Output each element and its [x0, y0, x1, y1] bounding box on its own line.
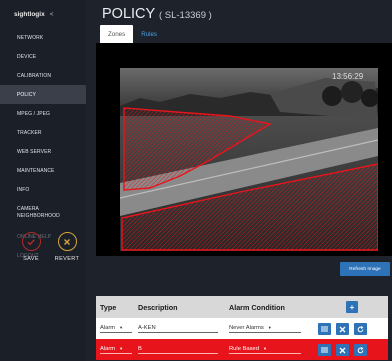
sidebar-item-label-line2: NEIGHBORHOOD — [17, 213, 60, 219]
edit-zone-button[interactable] — [354, 344, 367, 356]
zones-table: Type Description Alarm Condition + Alarm… — [96, 296, 388, 360]
close-x-icon — [57, 232, 77, 251]
tab-rules[interactable]: Rules — [133, 25, 165, 43]
table-row: Alarm ▼ B Rule Based ▼ — [96, 339, 388, 360]
close-icon — [339, 326, 346, 332]
list-icon — [321, 347, 328, 353]
save-button[interactable]: SAVE — [14, 232, 48, 262]
description-input[interactable]: B — [138, 346, 218, 354]
header-alarm-condition: Alarm Condition — [229, 302, 285, 312]
zone-list-button[interactable] — [318, 344, 331, 356]
brand-logo: sightlogix < — [0, 0, 86, 28]
revert-label: REVERT — [54, 256, 80, 262]
delete-zone-button[interactable] — [336, 344, 349, 356]
delete-zone-button[interactable] — [336, 323, 349, 335]
brand-name: sightlogix — [14, 10, 45, 18]
sidebar-item-mpeg-jpeg[interactable]: MPEG / JPEG — [0, 104, 86, 123]
alarm-condition-select[interactable]: Never Alarms ▼ — [229, 325, 301, 333]
sidebar-item-tracker[interactable]: TRACKER — [0, 123, 86, 142]
page-title-text: POLICY — [102, 6, 155, 22]
main-content: POLICY ( SL-13369 ) Zones Rules 13:56:29… — [86, 0, 392, 361]
table-row: Alarm ▼ A-KEN Never Alarms ▼ — [96, 318, 388, 339]
checkmark-icon — [21, 232, 41, 251]
type-select[interactable]: Alarm ▼ — [100, 325, 132, 333]
camera-snapshot[interactable]: 13:56:29 — [120, 68, 378, 251]
tab-bar: Zones Rules — [100, 25, 165, 43]
refresh-image-button[interactable]: Refresh Image — [340, 262, 390, 276]
snapshot-timestamp: 13:56:29 — [332, 72, 364, 81]
save-label: SAVE — [23, 256, 39, 262]
sidebar-item-info[interactable]: INFO — [0, 180, 86, 199]
description-input[interactable]: A-KEN — [138, 325, 218, 333]
list-icon — [321, 326, 328, 332]
add-zone-button[interactable]: + — [346, 301, 358, 313]
header-type: Type — [100, 302, 117, 312]
sidebar-item-calibration[interactable]: CALIBRATION — [0, 66, 86, 85]
sidebar-item-policy[interactable]: POLICY — [0, 85, 86, 104]
refresh-icon — [357, 346, 364, 353]
sidebar: sightlogix < NETWORK DEVICE CALIBRATION … — [0, 0, 86, 361]
table-header: Type Description Alarm Condition + — [96, 296, 388, 318]
page-title: POLICY ( SL-13369 ) — [102, 6, 212, 22]
collapse-sidebar-icon[interactable]: < — [50, 11, 54, 18]
zone-list-button[interactable] — [318, 323, 331, 335]
header-description: Description — [138, 302, 178, 312]
sidebar-item-device[interactable]: DEVICE — [0, 47, 86, 66]
type-select[interactable]: Alarm ▼ — [100, 346, 132, 354]
plus-icon: + — [349, 302, 355, 312]
device-id: ( SL-13369 ) — [158, 10, 212, 21]
refresh-icon — [357, 325, 364, 332]
tab-zones[interactable]: Zones — [100, 25, 134, 43]
edit-zone-button[interactable] — [354, 323, 367, 335]
revert-button[interactable]: REVERT — [50, 232, 84, 262]
sidebar-item-web-server[interactable]: WEB SERVER — [0, 142, 86, 161]
sidebar-item-label-line1: CAMERA — [17, 206, 39, 212]
sidebar-item-network[interactable]: NETWORK — [0, 28, 86, 47]
sidebar-item-camera-neighborhood[interactable]: CAMERA NEIGHBORHOOD — [0, 199, 86, 227]
sidebar-item-maintenance[interactable]: MAINTENANCE — [0, 161, 86, 180]
zone-editor-panel: 13:56:29 — [96, 43, 392, 256]
alarm-condition-select[interactable]: Rule Based ▼ — [229, 346, 301, 354]
sidebar-actions: SAVE REVERT — [14, 232, 84, 262]
close-icon — [339, 347, 346, 353]
